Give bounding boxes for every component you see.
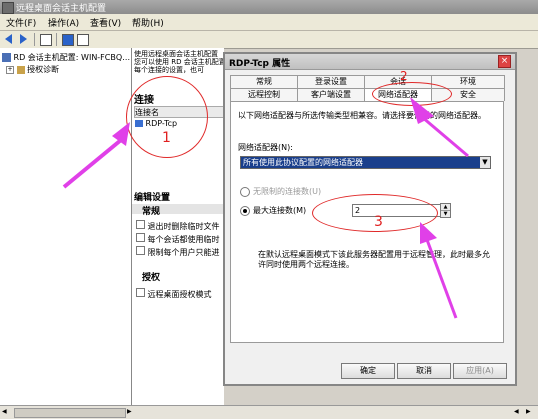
horizontal-scrollbar[interactable]: ◀ ▶ ◀ ▶ (0, 405, 538, 419)
scroll-left-icon[interactable]: ◀ (514, 408, 521, 415)
scroll-left-icon[interactable]: ◀ (2, 408, 9, 415)
annotation-arrow-2 (410, 97, 434, 124)
annotation-arrow-3-shaft (424, 236, 458, 319)
annotation-arrow-2-shaft (421, 115, 469, 158)
scroll-right-icon[interactable]: ▶ (127, 408, 134, 415)
scroll-right-icon[interactable]: ▶ (526, 408, 533, 415)
annotation-arrow-1-shaft (62, 138, 123, 189)
scroll-thumb[interactable] (14, 408, 126, 418)
annotation-arrows (62, 97, 469, 319)
